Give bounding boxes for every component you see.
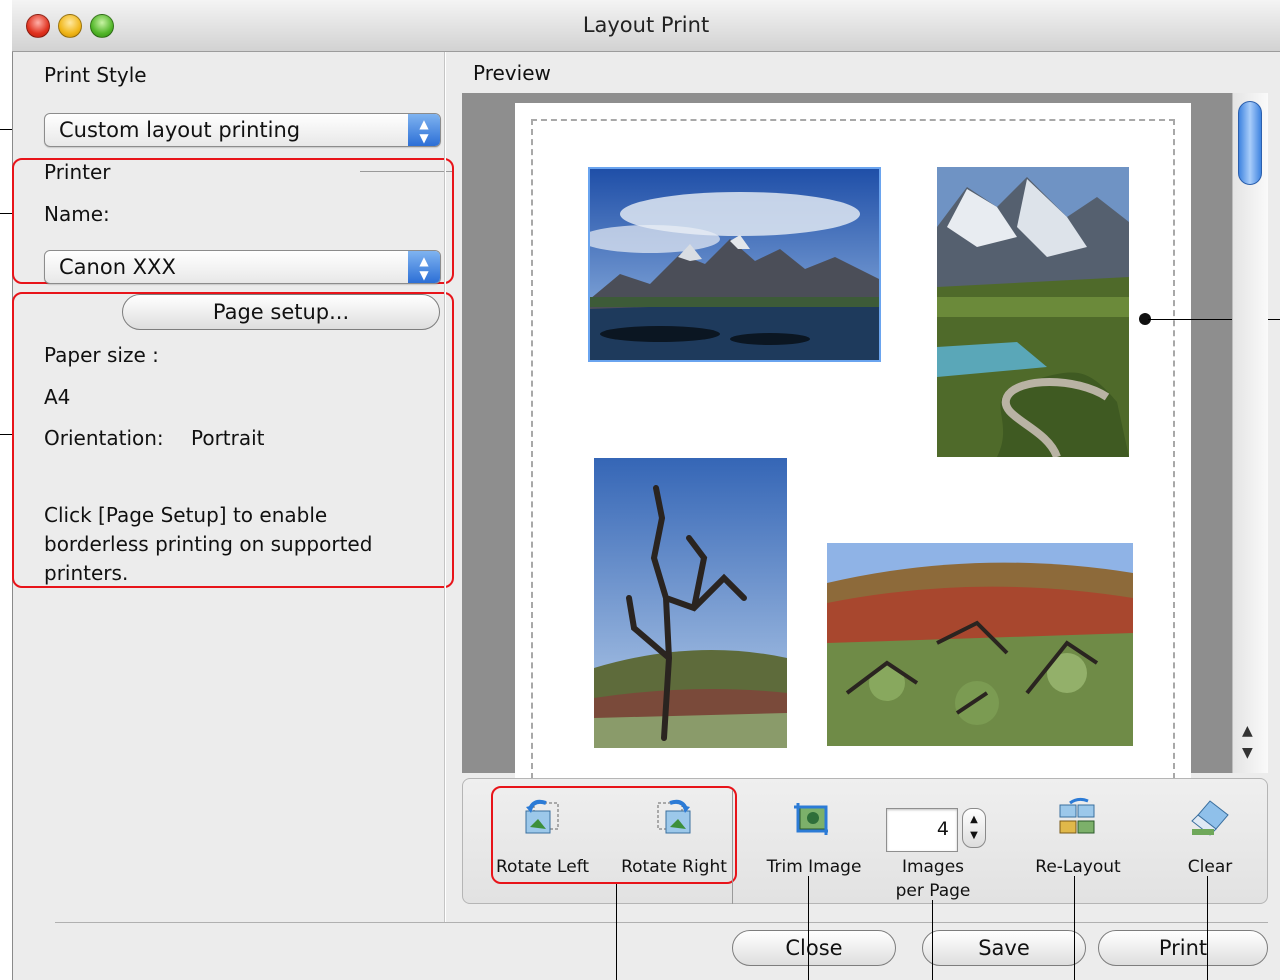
trim-image-icon[interactable] [792,797,834,839]
preview-image-valley-road[interactable] [937,167,1129,457]
footer-divider [55,922,1268,923]
callout-line-images-per-page [932,900,933,980]
printer-label: Printer [44,160,111,184]
preview-vertical-scrollbar[interactable]: ▲ ▼ [1232,93,1268,773]
preview-image-hillside[interactable] [827,543,1133,746]
images-per-page-field[interactable]: 4 [886,808,958,852]
popup-arrows-icon: ▲ ▼ [408,114,440,146]
print-style-popup[interactable]: Custom layout printing ▲ ▼ [44,113,441,147]
hint-text-line2: borderless printing on supported [44,532,373,556]
callout-line-clear [1207,876,1208,980]
scroll-up-arrow-icon[interactable]: ▲ [1242,723,1253,739]
clear-button-label[interactable]: Clear [1176,857,1244,877]
printer-name-popup[interactable]: Canon XXX ▲ ▼ [44,250,441,284]
hint-text-line1: Click [Page Setup] to enable [44,503,328,527]
images-per-page-stepper[interactable]: ▲ ▼ [962,808,986,848]
printer-name-value: Canon XXX [59,255,176,279]
paper-size-label: Paper size : [44,343,159,367]
paper-size-value: A4 [44,385,71,409]
preview-image-dead-tree[interactable] [594,458,787,748]
print-style-label: Print Style [44,63,147,87]
save-button[interactable]: Save [922,930,1086,966]
preview-image-mountains[interactable] [588,167,881,362]
images-per-page-label-line1: Images [901,857,965,877]
page-setup-button[interactable]: Page setup... [122,294,440,330]
rotate-right-icon[interactable] [654,797,696,839]
toolbar-separator [732,790,733,904]
hint-text-line3: printers. [44,561,129,585]
panel-divider [444,52,446,922]
re-layout-icon[interactable] [1056,797,1098,839]
preview-label: Preview [473,61,551,85]
popup-arrows-icon: ▲ ▼ [408,251,440,283]
callout-line-re-layout [1074,876,1075,980]
re-layout-button-label[interactable]: Re-Layout [1030,857,1126,877]
print-button[interactable]: Print [1098,930,1268,966]
printer-group-divider [360,171,452,172]
clear-eraser-icon[interactable] [1190,797,1232,839]
callout-line-trim [808,876,809,980]
title-bar: Layout Print [12,0,1280,52]
orientation-label: Orientation: [44,426,164,450]
orientation-value: Portrait [191,426,265,450]
rotate-right-button-label[interactable]: Rotate Right [620,857,728,877]
window-title: Layout Print [582,13,710,37]
close-button[interactable]: Close [732,930,896,966]
rotate-left-icon[interactable] [520,797,562,839]
callout-line-rotate [616,884,617,980]
rotate-left-button-label[interactable]: Rotate Left [496,857,589,877]
scroll-down-arrow-icon[interactable]: ▼ [1242,745,1253,761]
images-per-page-label-line2: per Page [895,881,971,901]
trim-image-button-label[interactable]: Trim Image [764,857,864,877]
print-style-value: Custom layout printing [59,118,301,142]
printer-name-label: Name: [44,202,110,226]
scrollbar-thumb[interactable] [1238,101,1262,185]
